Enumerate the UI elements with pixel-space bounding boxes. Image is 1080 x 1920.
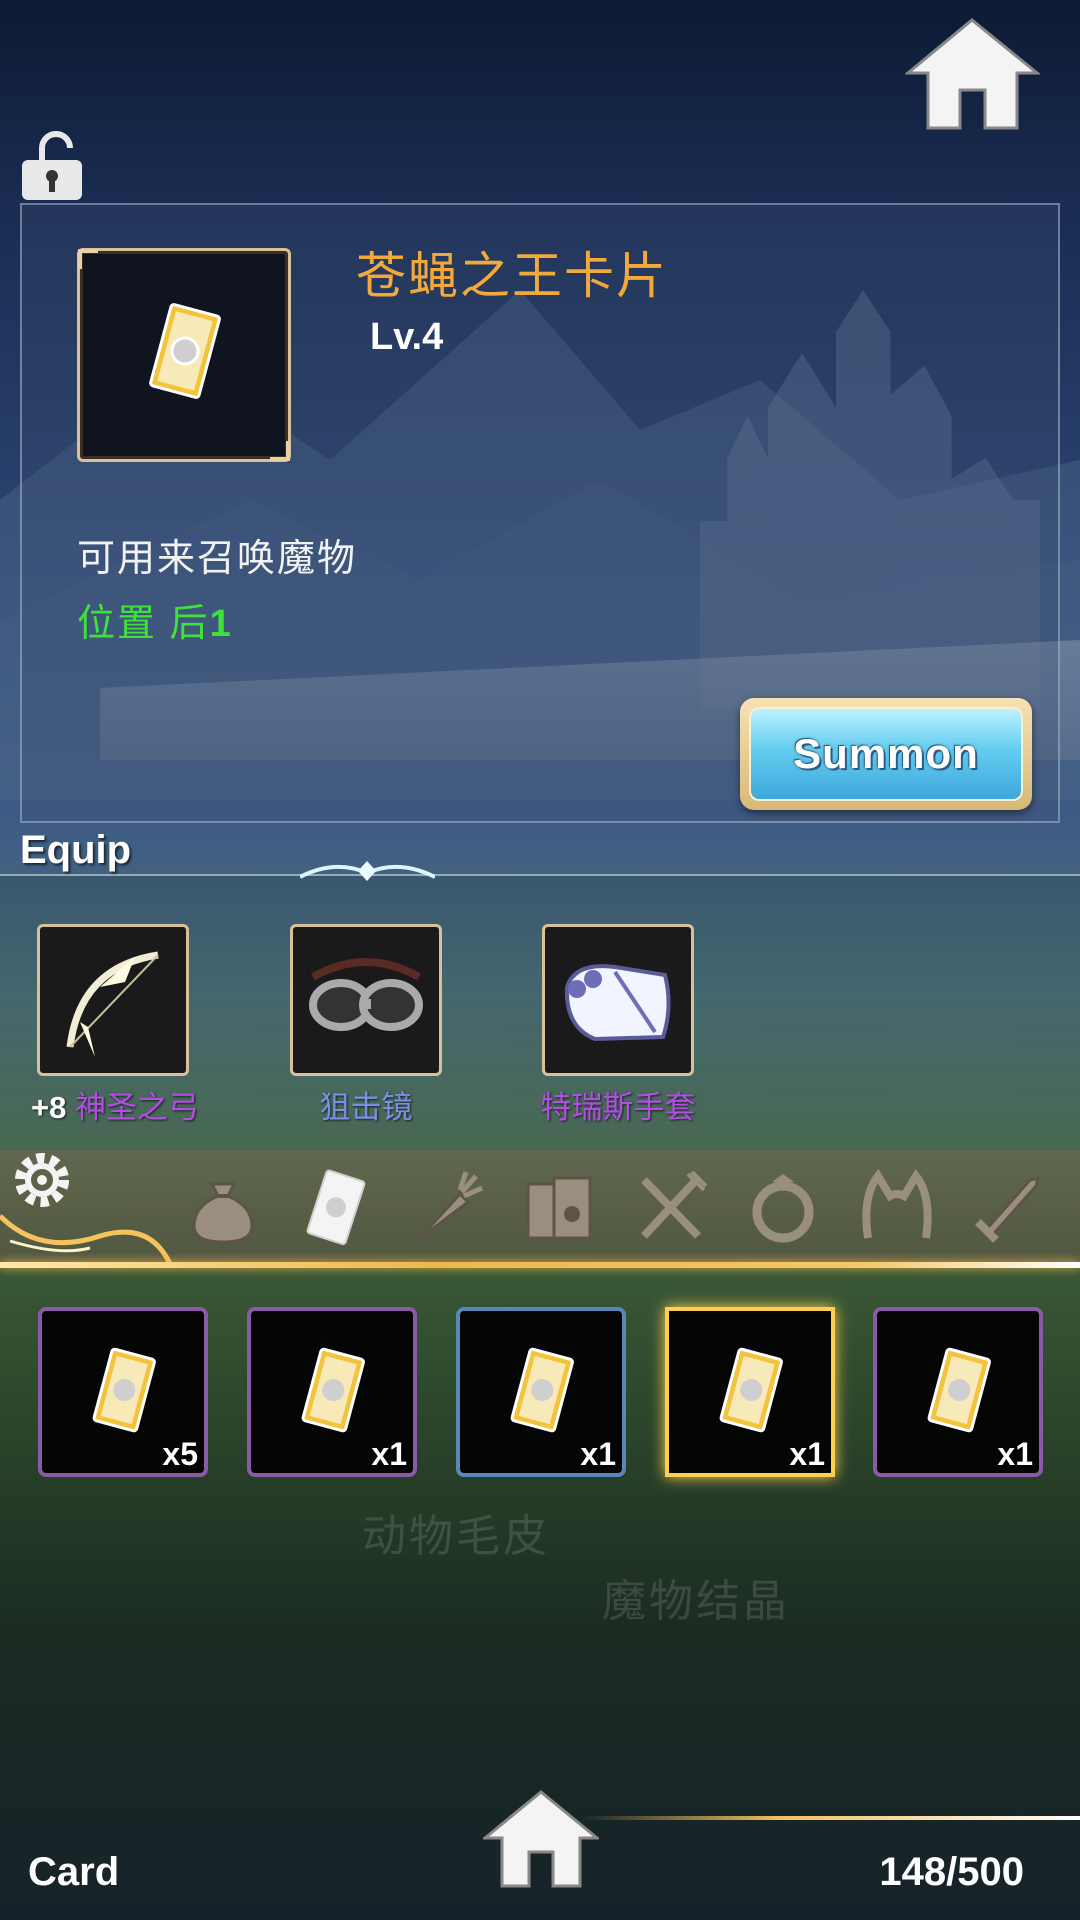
inventory-capacity: 148/500 xyxy=(879,1850,1024,1894)
equip-plus: +8 xyxy=(31,1090,67,1125)
home-icon[interactable] xyxy=(483,1790,599,1888)
inventory-slot-1[interactable]: x5 xyxy=(38,1307,208,1477)
inventory-slot-2[interactable]: x1 xyxy=(247,1307,417,1477)
equip-name-bow: +8 神圣之弓 xyxy=(20,1082,210,1127)
category-label: Card xyxy=(28,1850,120,1894)
equip-name-goggles: 狙击镜 xyxy=(319,1090,413,1125)
ornament-icon xyxy=(300,861,435,881)
card-icon xyxy=(301,1347,365,1433)
equip-slot-goggles[interactable] xyxy=(290,924,442,1076)
inventory-slot-4-selected[interactable]: x1 xyxy=(665,1307,835,1477)
position-value: 1 xyxy=(209,603,233,645)
carrot-icon[interactable] xyxy=(406,1166,488,1248)
card-icon[interactable] xyxy=(294,1166,376,1248)
summon-button-label: Summon xyxy=(749,707,1023,801)
equip-title: Equip xyxy=(20,828,132,872)
item-level: Lv.4 xyxy=(370,316,444,358)
background-text-2: 魔物结晶 xyxy=(602,1577,790,1626)
card-icon xyxy=(927,1347,991,1433)
background-text-1: 动物毛皮 xyxy=(362,1512,550,1561)
position-label: 位置 后 xyxy=(77,603,210,645)
gear-icon[interactable] xyxy=(8,1146,76,1214)
sword-icon[interactable] xyxy=(968,1166,1050,1248)
equip-slot-gauntlet[interactable] xyxy=(542,924,694,1076)
item-description: 可用来召唤魔物 xyxy=(77,538,358,580)
goggles-icon xyxy=(309,958,423,1031)
item-name: 苍蝇之王卡片 xyxy=(356,248,668,304)
item-position: 位置 后1 xyxy=(77,592,233,647)
equip-name-text: 神圣之弓 xyxy=(74,1090,199,1125)
item-count: x1 xyxy=(997,1436,1033,1472)
card-icon xyxy=(92,1347,156,1433)
tab-bar-divider xyxy=(0,1262,1080,1268)
home-icon[interactable] xyxy=(905,18,1040,130)
summon-button[interactable]: Summon xyxy=(740,698,1032,810)
headband-icon[interactable] xyxy=(856,1166,938,1248)
gauntlet-icon xyxy=(564,964,671,1042)
bow-icon xyxy=(66,951,159,1057)
utensils-icon[interactable] xyxy=(630,1166,712,1248)
item-count: x1 xyxy=(371,1436,407,1472)
equip-name-gauntlet: 特瑞斯手套 xyxy=(540,1090,696,1125)
book-icon[interactable] xyxy=(518,1166,600,1248)
item-count: x1 xyxy=(789,1436,825,1472)
inventory-slot-5[interactable]: x1 xyxy=(873,1307,1043,1477)
card-icon xyxy=(719,1347,783,1433)
equip-slot-bow[interactable] xyxy=(37,924,189,1076)
item-count: x1 xyxy=(580,1436,616,1472)
unlock-icon[interactable] xyxy=(20,130,84,202)
card-icon xyxy=(510,1347,574,1433)
item-count: x5 xyxy=(162,1436,198,1472)
item-preview-frame xyxy=(77,248,291,462)
bag-icon[interactable] xyxy=(182,1166,264,1248)
inventory-slot-3[interactable]: x1 xyxy=(456,1307,626,1477)
ring-icon[interactable] xyxy=(742,1166,824,1248)
card-icon xyxy=(149,303,221,399)
footer-divider xyxy=(580,1816,1080,1820)
